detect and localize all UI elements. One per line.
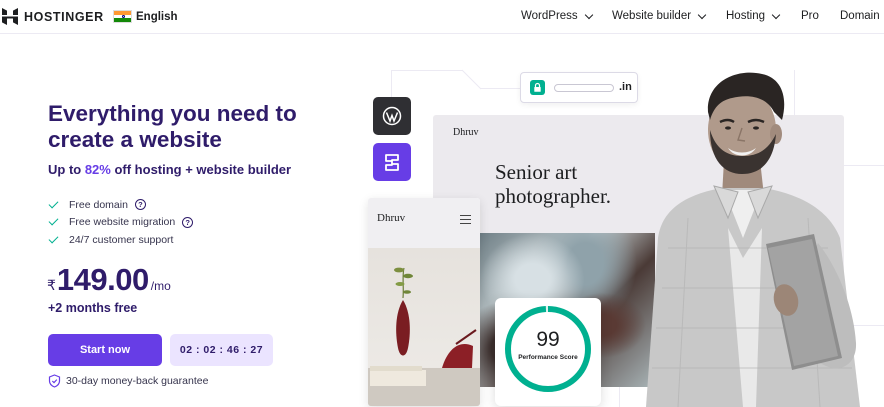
check-icon: [48, 233, 59, 244]
subtitle-prefix: Up to: [48, 162, 85, 177]
connector-line: [462, 69, 482, 90]
nav-pro[interactable]: Pro: [801, 10, 819, 22]
feature-label: Free website migration: [69, 216, 176, 229]
feature-item: 24/7 customer support: [48, 231, 193, 249]
chevron-down-icon: [771, 10, 781, 19]
hostinger-logo-icon: [2, 8, 18, 25]
check-icon: [48, 215, 59, 226]
hero-title: Everything you need to create a website: [48, 101, 297, 152]
countdown-timer: 02 : 02 : 46 : 27: [170, 334, 273, 366]
nav-domain-label: Domain: [840, 10, 880, 22]
nav-domain[interactable]: Domain: [840, 10, 880, 22]
check-icon: [48, 198, 59, 209]
language-selector[interactable]: English: [113, 10, 178, 23]
domain-search-mock: .in: [520, 72, 638, 103]
price-period: /mo: [150, 279, 171, 293]
performance-score: 99: [536, 328, 560, 351]
chevron-down-icon: [584, 10, 593, 19]
discount-percent: 82%: [84, 162, 111, 177]
mobile-site-preview: Dhruv: [368, 198, 480, 406]
chevron-down-icon: [697, 10, 707, 19]
bonus-months: +2 months free: [48, 301, 138, 315]
language-label: English: [136, 10, 178, 23]
grid-line: [619, 387, 620, 407]
hostinger-builder-tile: [373, 143, 411, 181]
india-flag-icon: [113, 10, 132, 23]
hostinger-builder-icon: [385, 153, 399, 171]
help-icon[interactable]: ?: [134, 199, 146, 211]
vase-illustration: [368, 267, 480, 406]
desktop-site-brand: Dhruv: [453, 127, 479, 138]
hero-subtitle: Up to 82% off hosting + website builder: [48, 162, 291, 177]
wordpress-icon: [382, 106, 402, 126]
nav-hosting-label: Hosting: [726, 10, 765, 22]
price-amount: 149.00: [56, 262, 149, 297]
menu-icon: [460, 215, 471, 224]
feature-list: Free domain ? Free website migration ? 2…: [48, 196, 194, 249]
feature-label: 24/7 customer support: [69, 233, 174, 246]
start-now-button[interactable]: Start now: [48, 334, 162, 366]
hostinger-logo[interactable]: HOSTINGER: [2, 8, 104, 25]
person-photo: [646, 72, 860, 407]
money-back-guarantee: 30-day money-back guarantee: [48, 374, 208, 388]
help-icon[interactable]: ?: [182, 216, 194, 228]
price-currency: ₹: [47, 277, 56, 293]
price: ₹ 149.00 /mo: [47, 262, 171, 298]
score-ring: [505, 306, 591, 392]
nav-pro-label: Pro: [801, 10, 819, 22]
shield-check-icon: [48, 374, 61, 388]
performance-score-card: 99 Performance Score: [495, 298, 601, 406]
wordpress-tile: [373, 97, 411, 135]
mobile-site-header: Dhruv: [368, 198, 480, 248]
lock-icon: [530, 80, 545, 95]
feature-label: Free domain: [69, 198, 128, 211]
grid-line: [391, 70, 392, 100]
top-nav: HOSTINGER English WordPress Website buil…: [0, 0, 884, 34]
nav-website-builder-label: Website builder: [612, 10, 692, 22]
nav-hosting[interactable]: Hosting: [726, 10, 781, 22]
nav-wordpress-label: WordPress: [521, 10, 578, 22]
feature-item: Free website migration ?: [48, 214, 194, 232]
feature-item: Free domain ?: [48, 196, 193, 214]
mobile-site-brand: Dhruv: [377, 212, 406, 224]
url-field: [554, 84, 614, 92]
nav-website-builder[interactable]: Website builder: [612, 10, 707, 22]
vase-photo: [368, 248, 480, 406]
grid-line: [391, 70, 463, 71]
guarantee-label: 30-day money-back guarantee: [66, 375, 209, 387]
performance-label: Performance Score: [518, 354, 578, 361]
subtitle-suffix: off hosting + website builder: [110, 162, 292, 177]
grid-line: [480, 88, 520, 89]
brand-name: HOSTINGER: [24, 9, 104, 24]
nav-wordpress[interactable]: WordPress: [521, 10, 593, 22]
